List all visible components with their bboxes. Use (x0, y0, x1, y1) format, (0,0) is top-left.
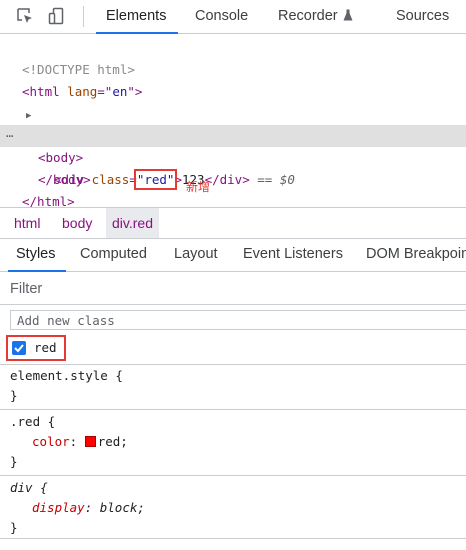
annotation-note: 新增 (186, 180, 211, 194)
element-style-close: } (10, 388, 18, 403)
rule-element-style: element.style { } (0, 364, 466, 409)
breadcrumb: html body div.red (0, 207, 466, 239)
rule-red-class: .red { color: red; } (0, 409, 466, 474)
tab-elements[interactable]: Elements (95, 0, 180, 34)
element-style-selector: element.style { (10, 368, 123, 383)
div-rule-close: } (10, 520, 18, 535)
device-toolbar-icon[interactable] (48, 7, 66, 25)
more-options-dots-icon[interactable]: ⋯ (6, 125, 14, 147)
dom-body-close-line[interactable]: </body> (0, 147, 466, 187)
dom-head-line[interactable]: ▶ <head>…</head> (0, 81, 466, 143)
add-new-class-input[interactable] (10, 310, 466, 330)
tab-layout[interactable]: Layout (174, 238, 218, 271)
class-toggle-label: red (34, 340, 57, 355)
color-swatch-icon[interactable] (84, 436, 96, 447)
dom-html-line[interactable]: <html lang="en"> (0, 59, 466, 99)
rule-div-user-agent: div { display: block; } (0, 475, 466, 538)
dom-html-close-line[interactable]: </html> (0, 169, 466, 209)
tab-recorder[interactable]: Recorder (278, 0, 353, 33)
div-rule-declaration: display: block; (32, 500, 145, 515)
red-rule-close: } (10, 454, 18, 469)
styles-filter-input[interactable] (8, 276, 452, 302)
dom-doctype-line[interactable]: <!DOCTYPE html> (0, 37, 466, 77)
tab-computed[interactable]: Computed (80, 238, 147, 271)
breadcrumb-body[interactable]: body (62, 208, 92, 238)
checkbox-checked-icon[interactable] (12, 341, 26, 355)
dom-tree: <!DOCTYPE html> <html lang="en"> ▶ <head… (0, 34, 466, 209)
sidebar-tabs: Styles Computed Layout Event Listeners D… (0, 238, 466, 272)
add-class-row (0, 305, 466, 335)
inspect-element-icon[interactable] (16, 7, 34, 25)
styles-pane-bottom-border (0, 538, 466, 539)
red-rule-selector[interactable]: .red { (10, 412, 55, 432)
experiment-flask-icon (343, 9, 353, 21)
breadcrumb-html[interactable]: html (14, 208, 40, 238)
tab-event-listeners[interactable]: Event Listeners (243, 238, 343, 271)
div-rule-selector[interactable]: div { (10, 478, 48, 498)
tab-dom-breakpoints[interactable]: DOM Breakpoints (366, 238, 466, 271)
tab-recorder-label: Recorder (278, 8, 338, 24)
dom-body-line[interactable]: ▼ <body> (0, 103, 466, 165)
dom-div-line-selected[interactable]: ⋯ <div class="red">123</div> == $0 (0, 125, 466, 190)
breadcrumb-div-red[interactable]: div.red (106, 208, 159, 238)
filter-bar (0, 272, 466, 305)
red-rule-declaration[interactable]: color: red; (32, 432, 128, 452)
tab-sources[interactable]: Sources (396, 0, 449, 33)
class-toggle-red[interactable]: red (6, 335, 66, 361)
toolbar-divider (83, 6, 84, 27)
tab-styles[interactable]: Styles (8, 238, 65, 272)
devtools-main-toolbar: Elements Console Recorder Sources (0, 0, 466, 34)
tab-console[interactable]: Console (195, 0, 248, 33)
